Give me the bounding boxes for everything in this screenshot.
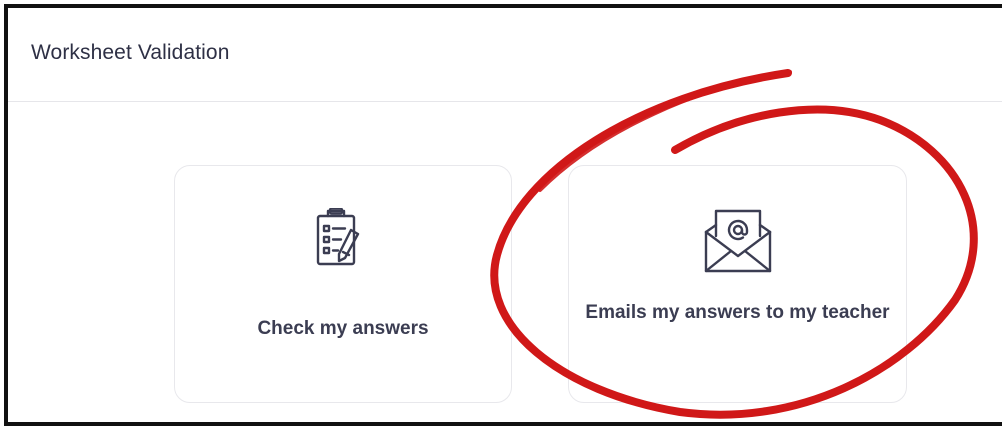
worksheet-validation-panel: Worksheet Validation Check my answers Em… (4, 4, 1002, 426)
panel-header: Worksheet Validation (8, 8, 1002, 102)
check-answers-button[interactable]: Check my answers (174, 165, 512, 403)
envelope-at-icon (703, 208, 773, 279)
clipboard-checklist-icon (311, 207, 375, 279)
email-answers-button[interactable]: Emails my answers to my teacher (568, 165, 907, 403)
page-title: Worksheet Validation (31, 41, 230, 64)
check-answers-label: Check my answers (257, 318, 429, 339)
email-answers-label: Emails my answers to my teacher (585, 302, 890, 323)
